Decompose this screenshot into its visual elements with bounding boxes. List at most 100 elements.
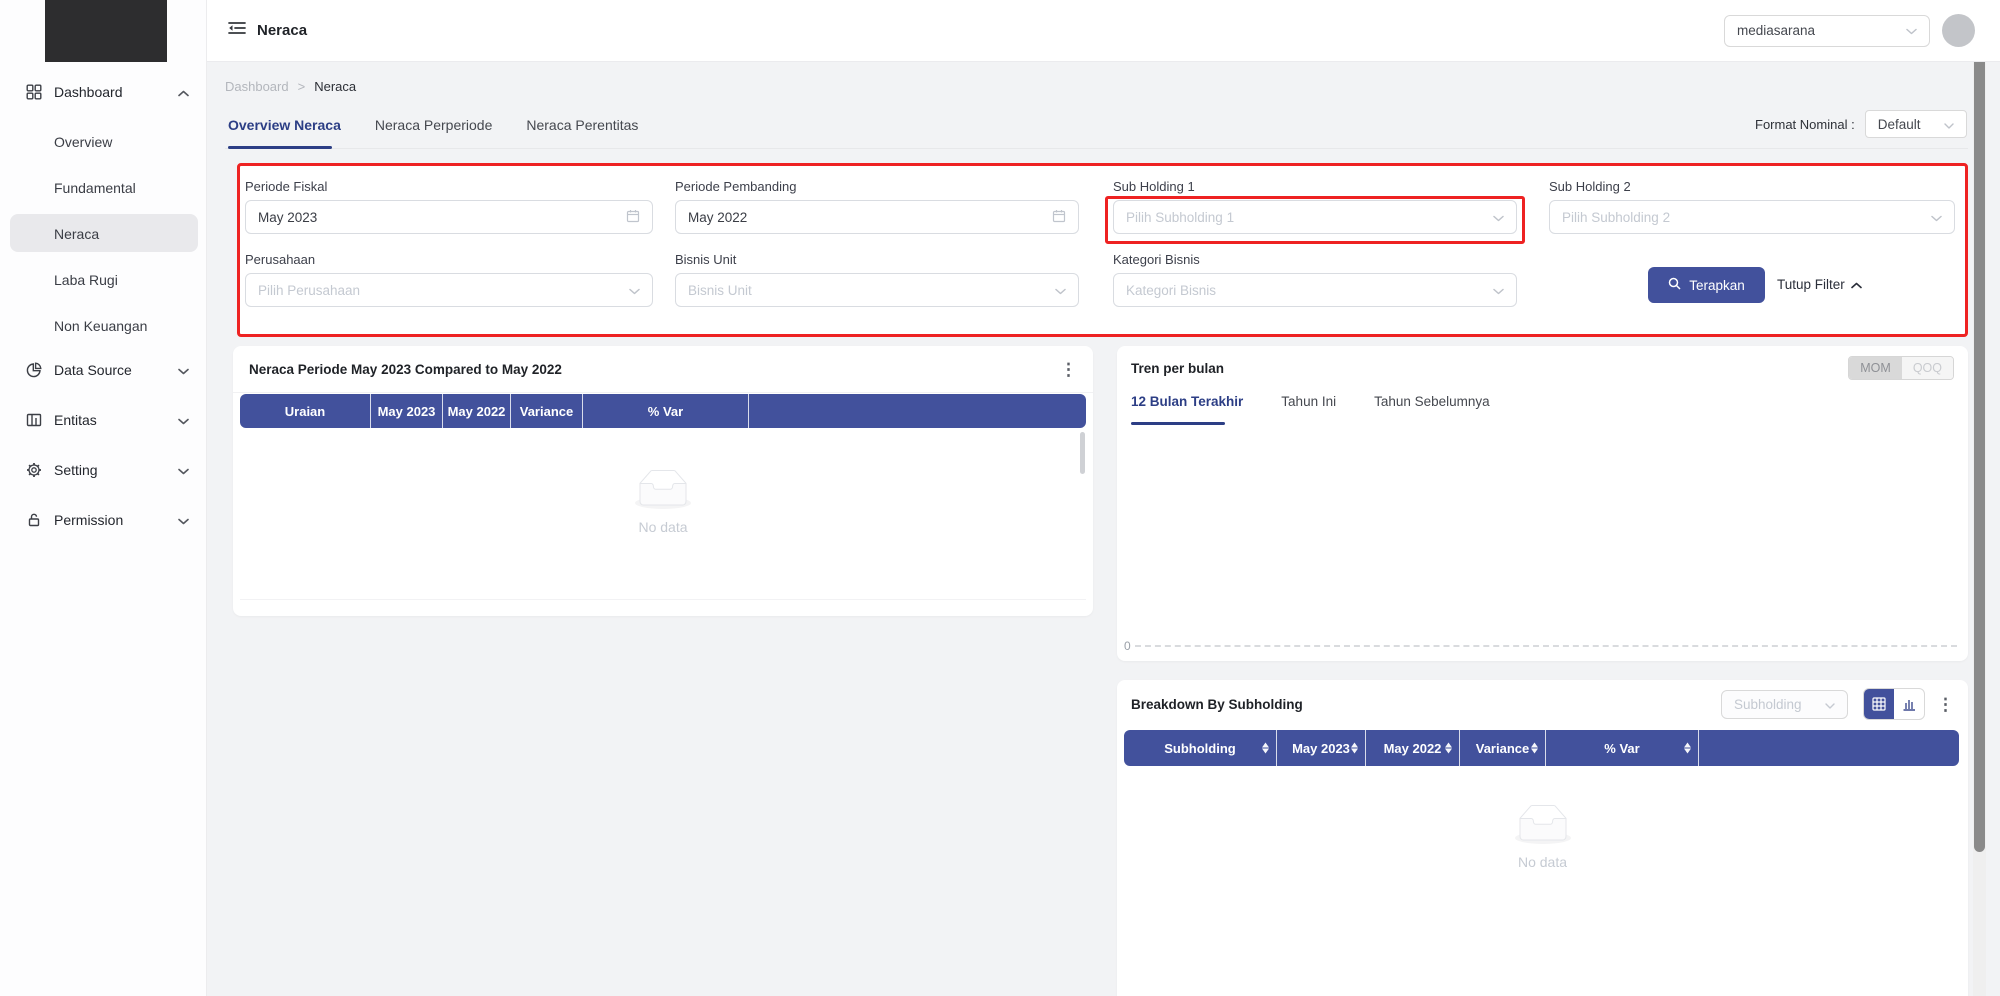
sort-icon <box>1262 743 1269 754</box>
user-avatar[interactable] <box>1942 14 1975 47</box>
column-header-uraian: Uraian <box>240 394 371 428</box>
tren-per-bulan-card: Tren per bulan MOM QOQ 12 Bulan Terakhir… <box>1117 346 1968 661</box>
neraca-empty-state: No data <box>233 470 1093 535</box>
sidebar-item-setting[interactable]: Setting <box>0 452 207 488</box>
tab-neraca-perperiode[interactable]: Neraca Perperiode <box>375 117 493 133</box>
column-header-may-2022[interactable]: May 2022 <box>1366 730 1460 766</box>
breakdown-subholding-select[interactable]: Subholding <box>1721 690 1848 719</box>
toggle-mom[interactable]: MOM <box>1849 357 1902 379</box>
sidebar-item-label: Setting <box>54 462 98 478</box>
sub-holding-2-select[interactable]: Pilih Subholding 2 <box>1549 200 1955 234</box>
column-header-spacer <box>749 394 1086 428</box>
chevron-down-icon <box>1825 697 1835 712</box>
sidebar-item-label: Entitas <box>54 412 97 428</box>
main-tabs: Overview Neraca Neraca Perperiode Neraca… <box>228 117 638 133</box>
column-header-variance: Variance <box>511 394 583 428</box>
empty-text: No data <box>1518 854 1567 870</box>
sidebar-item-label: Data Source <box>54 362 132 378</box>
sidebar-item-overview[interactable]: Overview <box>54 134 112 150</box>
workspace-select[interactable]: mediasarana <box>1724 15 1930 47</box>
breadcrumb-separator: > <box>298 79 306 94</box>
column-header-subholding[interactable]: Subholding <box>1124 730 1277 766</box>
chevron-down-icon <box>178 412 189 428</box>
kategori-bisnis-select[interactable]: Kategori Bisnis <box>1113 273 1517 307</box>
app-root: Dashboard Overview Fundamental Neraca La… <box>0 0 2000 996</box>
menu-fold-icon[interactable] <box>227 20 247 41</box>
sidebar-item-dashboard[interactable]: Dashboard <box>0 74 207 110</box>
breadcrumb: Dashboard > Neraca <box>225 79 356 94</box>
sidebar-item-non-keuangan[interactable]: Non Keuangan <box>54 318 147 334</box>
tabs-divider <box>225 148 1968 149</box>
chevron-down-icon <box>1906 23 1917 38</box>
neraca-card-title: Neraca Periode May 2023 Compared to May … <box>249 362 562 377</box>
table-scrollbar[interactable] <box>1080 432 1085 474</box>
tutup-filter-link[interactable]: Tutup Filter <box>1777 277 1862 292</box>
tren-active-tab-underline <box>1131 422 1225 425</box>
calendar-icon <box>1052 209 1066 226</box>
gear-icon <box>26 462 42 478</box>
tren-tab-tahun-sebelumnya[interactable]: Tahun Sebelumnya <box>1374 394 1490 409</box>
sidebar-item-permission[interactable]: Permission <box>0 502 207 538</box>
chart-view-icon[interactable] <box>1894 689 1924 719</box>
chevron-down-icon <box>178 462 189 478</box>
chevron-down-icon <box>1493 210 1504 225</box>
tutup-filter-label: Tutup Filter <box>1777 277 1845 292</box>
table-footer-divider <box>240 599 1086 600</box>
tab-neraca-perentitas[interactable]: Neraca Perentitas <box>526 117 638 133</box>
sidebar-item-neraca[interactable]: Neraca <box>54 226 99 242</box>
format-nominal-value: Default <box>1878 117 1921 132</box>
column-header-may-2023[interactable]: May 2023 <box>1277 730 1366 766</box>
empty-inbox-icon <box>631 470 695 511</box>
filter-label-perusahaan: Perusahaan <box>245 252 315 267</box>
empty-text: No data <box>638 519 687 535</box>
sidebar-item-data-source[interactable]: Data Source <box>0 352 207 388</box>
format-nominal-select[interactable]: Default <box>1865 110 1967 138</box>
mom-qoq-toggle: MOM QOQ <box>1848 356 1954 380</box>
table-view-icon[interactable] <box>1864 689 1894 719</box>
format-nominal-label: Format Nominal : <box>1755 117 1855 132</box>
periode-pembanding-value: May 2022 <box>688 210 747 225</box>
terapkan-button[interactable]: Terapkan <box>1648 267 1765 303</box>
toggle-qoq[interactable]: QOQ <box>1902 357 1953 379</box>
calendar-icon <box>626 209 640 226</box>
perusahaan-select[interactable]: Pilih Perusahaan <box>245 273 653 307</box>
filter-panel <box>237 163 1968 337</box>
sort-icon <box>1531 743 1538 754</box>
tren-tab-tahun-ini[interactable]: Tahun Ini <box>1281 394 1336 409</box>
breakdown-card: Breakdown By Subholding Subholding ⋮ Sub… <box>1117 680 1968 996</box>
tab-overview-neraca[interactable]: Overview Neraca <box>228 117 341 133</box>
breakdown-card-title: Breakdown By Subholding <box>1131 697 1303 712</box>
sidebar-item-laba-rugi[interactable]: Laba Rugi <box>54 272 118 288</box>
bisnis-unit-placeholder: Bisnis Unit <box>688 283 752 298</box>
more-options-icon[interactable]: ⋮ <box>1060 361 1077 378</box>
y-axis-zero-label: 0 <box>1124 639 1131 653</box>
sort-icon <box>1351 743 1358 754</box>
sidebar-item-fundamental[interactable]: Fundamental <box>54 180 136 196</box>
filter-label-kategori-bisnis: Kategori Bisnis <box>1113 252 1200 267</box>
tren-tabs: 12 Bulan Terakhir Tahun Ini Tahun Sebelu… <box>1117 390 1968 409</box>
more-options-icon[interactable]: ⋮ <box>1937 696 1954 713</box>
column-header-pct-var[interactable]: % Var <box>1546 730 1699 766</box>
column-header-may-2022: May 2022 <box>443 394 511 428</box>
chevron-down-icon <box>178 512 189 528</box>
tren-tab-12-bulan[interactable]: 12 Bulan Terakhir <box>1131 394 1243 409</box>
scrollbar-thumb[interactable] <box>1974 6 1985 852</box>
bisnis-unit-select[interactable]: Bisnis Unit <box>675 273 1079 307</box>
periode-fiskal-value: May 2023 <box>258 210 317 225</box>
sub-holding-1-placeholder: Pilih Subholding 1 <box>1126 210 1234 225</box>
zero-gridline <box>1135 645 1957 647</box>
filter-label-sub-holding-2: Sub Holding 2 <box>1549 179 1631 194</box>
sidebar-item-entitas[interactable]: Entitas <box>0 402 207 438</box>
topbar: Neraca mediasarana <box>207 0 2000 62</box>
sub-holding-1-select[interactable]: Pilih Subholding 1 <box>1113 200 1517 234</box>
column-header-variance[interactable]: Variance <box>1460 730 1546 766</box>
breadcrumb-root[interactable]: Dashboard <box>225 79 289 94</box>
column-header-may-2023: May 2023 <box>371 394 443 428</box>
empty-inbox-icon <box>1511 805 1575 846</box>
sidebar-item-label: Permission <box>54 512 123 528</box>
chevron-down-icon <box>1931 210 1942 225</box>
periode-pembanding-input[interactable]: May 2022 <box>675 200 1079 234</box>
periode-fiskal-input[interactable]: May 2023 <box>245 200 653 234</box>
breadcrumb-current: Neraca <box>314 79 356 94</box>
chevron-up-icon <box>178 84 189 100</box>
